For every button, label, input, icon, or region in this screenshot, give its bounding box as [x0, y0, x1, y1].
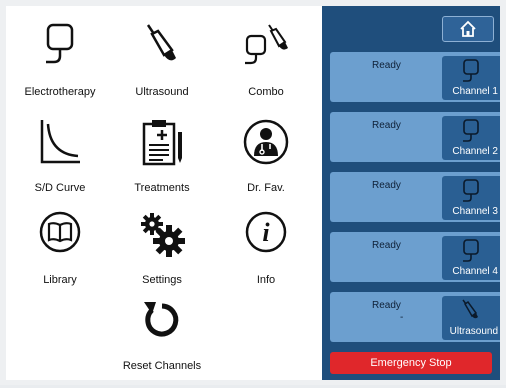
info-icon: i [245, 211, 287, 253]
home-button[interactable] [442, 16, 494, 42]
ultrasound-button[interactable]: Ultrasound [112, 22, 212, 112]
reset-icon [144, 302, 179, 337]
ultrasound-probe-icon [146, 24, 176, 61]
ultrasound-channel-row: Ready - Ultrasound [330, 292, 500, 342]
electrode-icon [463, 119, 479, 142]
sd-curve-label: S/D Curve [34, 182, 86, 194]
sd-curve-icon [40, 120, 80, 164]
main-menu: Electrotherapy Ultrasound Combo S/D Curv… [6, 6, 322, 380]
ultrasound-status: Ready [372, 300, 401, 311]
treatments-label: Treatments [134, 182, 190, 194]
app-window: Electrotherapy Ultrasound Combo S/D Curv… [0, 0, 506, 385]
combo-icon [245, 24, 288, 65]
dr-fav-button[interactable]: Dr. Fav. [216, 118, 316, 208]
channel-3-status: Ready [372, 180, 401, 191]
gears-icon [141, 213, 185, 257]
settings-button[interactable]: Settings [112, 210, 212, 300]
channel-1-button[interactable]: Channel 1 [442, 56, 500, 100]
channel-4-label: Channel 4 [452, 266, 498, 277]
settings-label: Settings [142, 274, 182, 286]
channel-3-label: Channel 3 [452, 206, 498, 217]
channel-1-label: Channel 1 [452, 86, 498, 97]
sd-curve-button[interactable]: S/D Curve [10, 118, 110, 208]
ultrasound-channel-button[interactable]: Ultrasound [442, 296, 500, 340]
reset-channels-label: Reset Channels [122, 360, 202, 372]
channel-3-row: Ready Channel 3 [330, 172, 500, 222]
electrotherapy-button[interactable]: Electrotherapy [10, 22, 110, 112]
electrode-icon [463, 59, 479, 82]
channel-1-status: Ready [372, 60, 401, 71]
clipboard-icon [142, 120, 182, 166]
svg-text:i: i [262, 218, 270, 247]
channel-2-row: Ready Channel 2 [330, 112, 500, 162]
doctor-icon [243, 119, 289, 165]
channel-2-status: Ready [372, 120, 401, 131]
dr-fav-label: Dr. Fav. [247, 182, 285, 194]
emergency-stop-button[interactable]: Emergency Stop [330, 352, 492, 374]
channel-1-row: Ready Channel 1 [330, 52, 500, 102]
library-label: Library [43, 274, 77, 286]
channel-2-label: Channel 2 [452, 146, 498, 157]
home-icon [460, 20, 476, 37]
combo-label: Combo [248, 86, 284, 98]
channel-4-button[interactable]: Channel 4 [442, 236, 500, 280]
channel-4-status: Ready [372, 240, 401, 251]
electrode-icon [46, 23, 74, 64]
reset-channels-button[interactable]: Reset Channels [112, 298, 212, 388]
channel-2-button[interactable]: Channel 2 [442, 116, 500, 160]
ultrasound-channel-label: Ultrasound [449, 326, 498, 337]
channel-3-button[interactable]: Channel 3 [442, 176, 500, 220]
electrotherapy-label: Electrotherapy [24, 86, 96, 98]
ultrasound-label: Ultrasound [135, 86, 189, 98]
library-button[interactable]: Library [10, 210, 110, 300]
ultrasound-value: - [400, 312, 404, 323]
info-button[interactable]: i Info [216, 210, 316, 300]
channel-4-row: Ready Channel 4 [330, 232, 500, 282]
info-label: Info [256, 274, 276, 286]
channel-panel: Ready Channel 1 Ready Channel 2 Ready Ch… [322, 6, 500, 380]
electrode-icon [463, 179, 479, 202]
ultrasound-probe-icon [462, 299, 478, 319]
treatments-button[interactable]: Treatments [112, 118, 212, 208]
book-icon [39, 211, 81, 253]
combo-button[interactable]: Combo [216, 22, 316, 112]
electrode-icon [463, 239, 479, 262]
